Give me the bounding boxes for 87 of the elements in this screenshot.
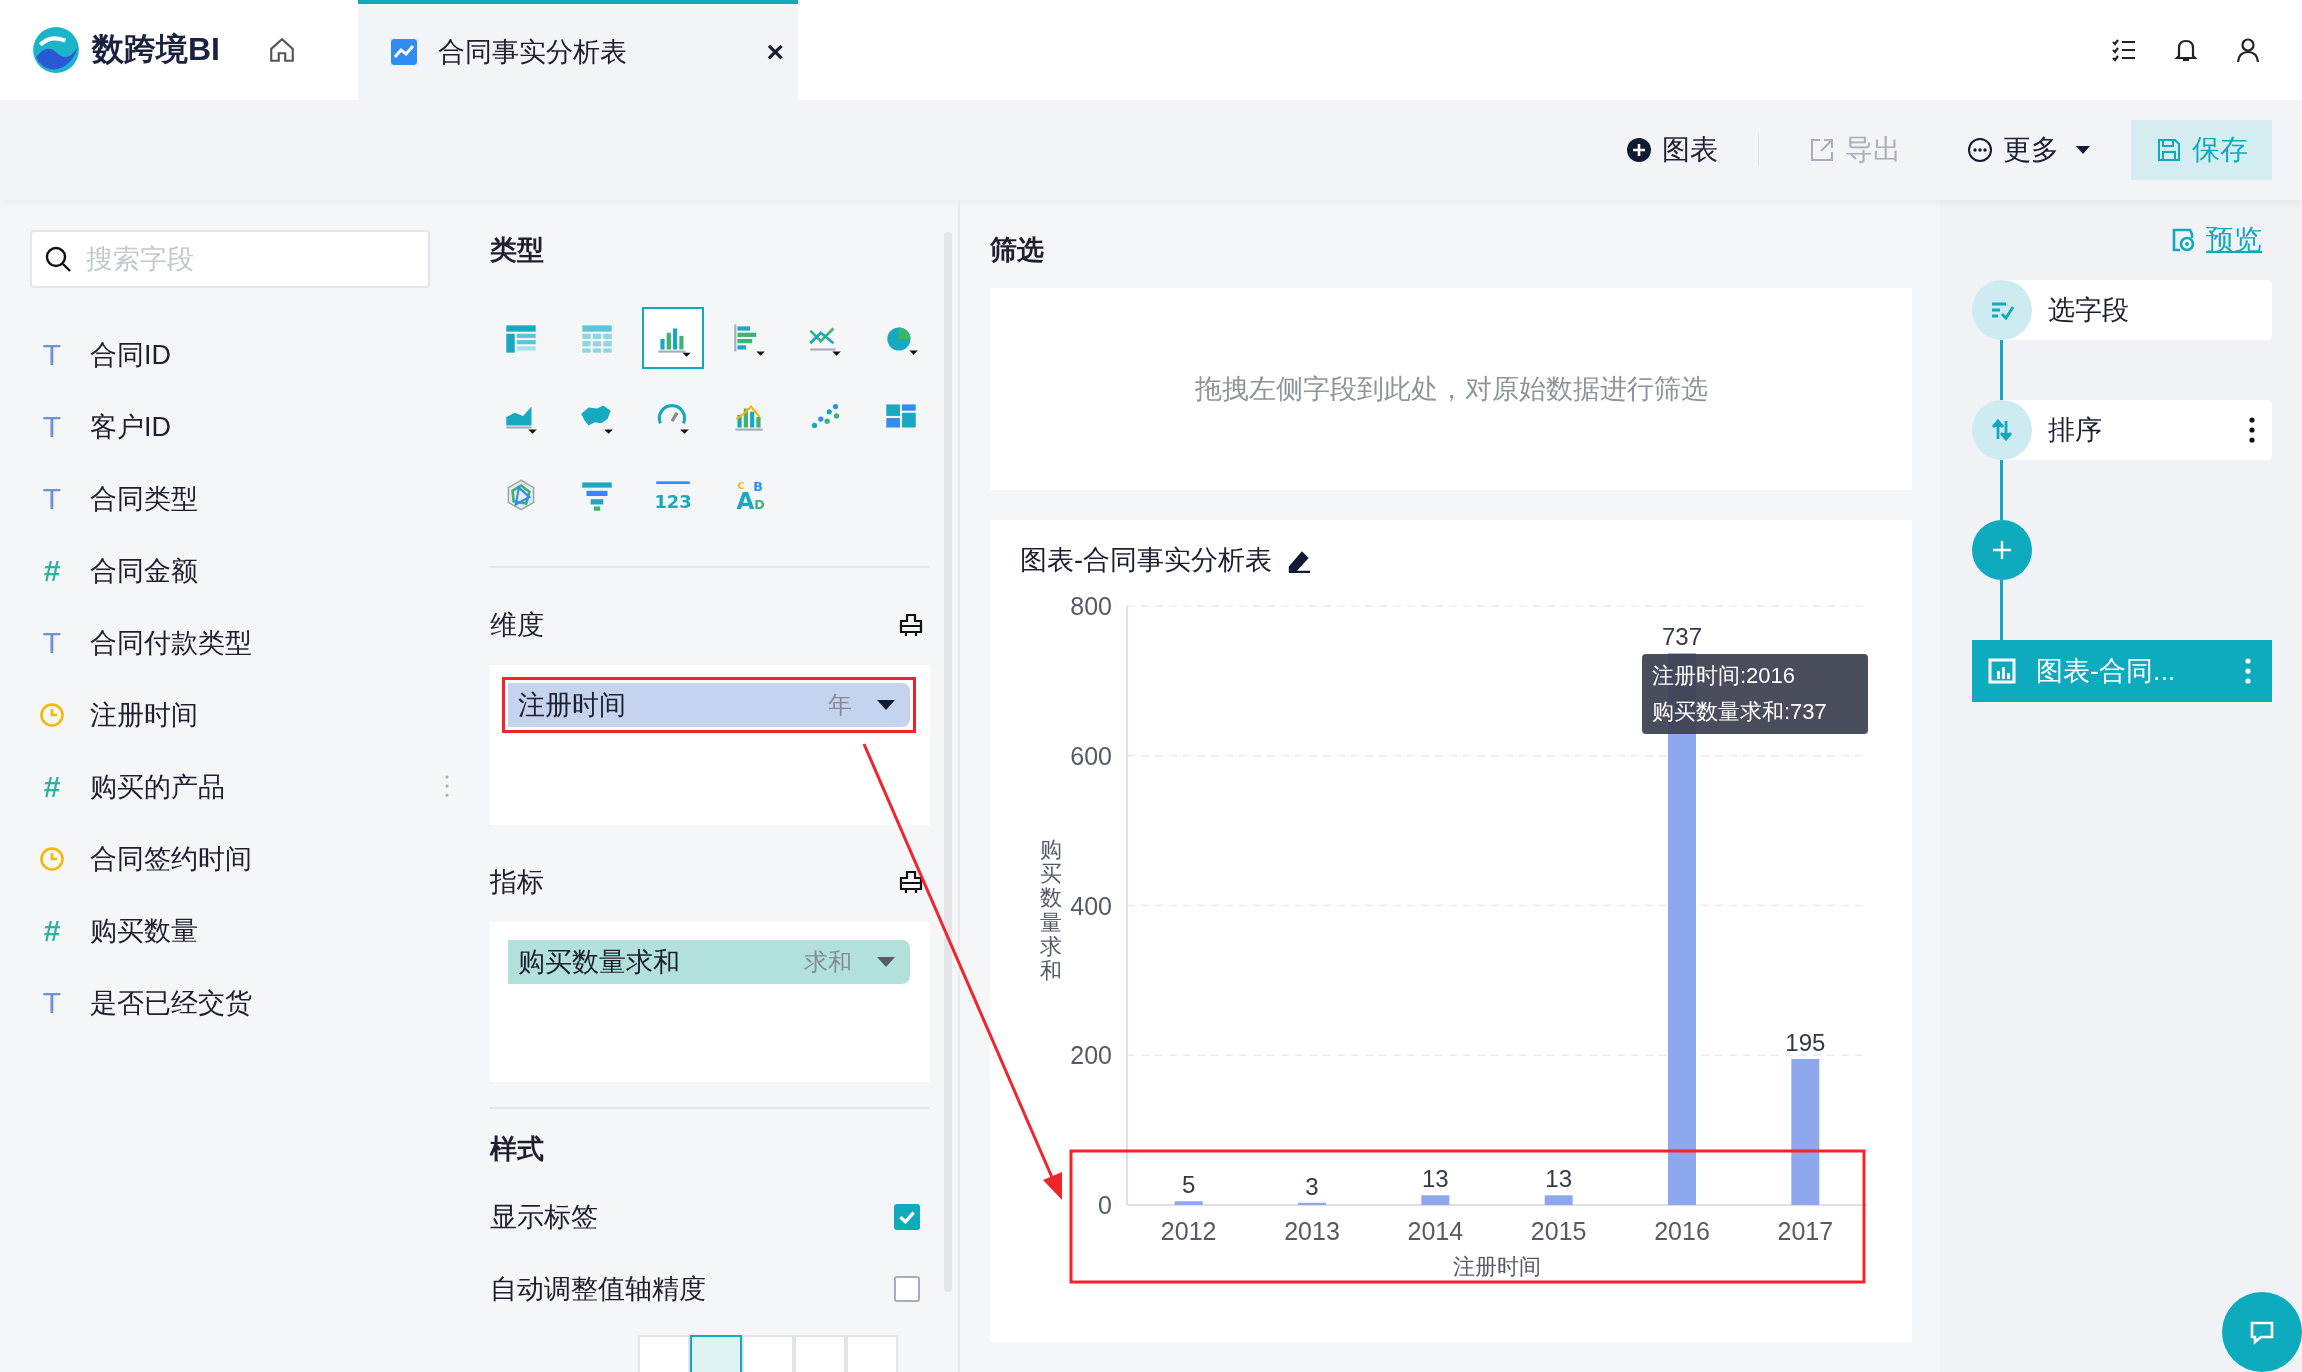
bar[interactable] [1298, 1202, 1326, 1205]
axis-tick-label: 2016 [1654, 1217, 1710, 1245]
axis-tick-label: 800 [1070, 592, 1112, 620]
axis-tick-label: 400 [1070, 891, 1112, 920]
more-button[interactable]: 更多 [1951, 120, 2107, 180]
data-label: 13 [1422, 1165, 1449, 1193]
search-icon [44, 245, 72, 273]
bar-chart-button[interactable] [642, 307, 704, 369]
field-item[interactable]: 注册时间 [30, 679, 430, 751]
axis-tick-label: 2015 [1530, 1217, 1587, 1245]
section-title: 维度 [490, 609, 544, 642]
sort-step[interactable]: 排序 [1972, 400, 2272, 460]
field-item[interactable]: T 客户ID [30, 391, 430, 463]
tooltip-text: 购买数量求和:737 [1652, 698, 1828, 726]
more-icon[interactable] [2248, 416, 2256, 444]
data-label: 195 [1785, 1029, 1826, 1056]
preview-icon [2170, 227, 2196, 253]
text-type-icon: T [30, 482, 74, 516]
tooltip-text: 注册时间:2016 [1652, 662, 1797, 690]
field-item[interactable]: # 购买数量 [30, 895, 430, 967]
document-tab[interactable]: 合同事实分析表 × [358, 0, 798, 100]
axis-tick-label: 200 [1070, 1041, 1112, 1070]
text-type-icon: T [30, 338, 74, 372]
axis-tick-label: 2014 [1407, 1217, 1464, 1245]
add-step-button[interactable] [1972, 520, 2032, 580]
bar[interactable] [1791, 1059, 1820, 1205]
option-label: 自动调整值轴精度 [490, 1273, 706, 1306]
axis-tick-label: 0 [1098, 1191, 1112, 1219]
field-item[interactable]: # 合同金额 [30, 535, 430, 607]
clock-icon [39, 702, 65, 728]
text-type-icon: T [30, 986, 74, 1020]
search-field[interactable]: 搜索字段 [30, 230, 430, 288]
save-icon [2155, 137, 2182, 163]
axis-tick-label: 2012 [1160, 1217, 1217, 1245]
data-label: 737 [1662, 623, 1702, 651]
add-button[interactable]: 图表 [1610, 120, 1734, 180]
clear-icon[interactable] [898, 612, 924, 638]
clock-icon [39, 846, 65, 872]
more-icon [1967, 137, 1993, 163]
field-item[interactable]: T 合同类型 [30, 463, 430, 535]
axis-title: 注册时间 [1453, 1254, 1541, 1279]
axis-title: 购买数量求和 [1040, 838, 1062, 984]
section-title: 类型 [490, 234, 545, 267]
checkbox[interactable] [894, 1276, 920, 1302]
measure-field-pill[interactable]: 购买数量求和 求和 [508, 940, 910, 984]
bar[interactable] [1421, 1195, 1450, 1205]
data-label: 13 [1545, 1165, 1572, 1193]
line-chart-icon [390, 38, 418, 66]
text-type-icon: T [30, 410, 74, 444]
number-type-icon: # [30, 914, 74, 948]
logo-text: 数跨境BI [92, 30, 220, 69]
plus-circle-icon [1626, 137, 1652, 163]
data-label: 5 [1182, 1171, 1196, 1199]
section-title: 样式 [490, 1133, 545, 1166]
export-icon [1809, 137, 1835, 163]
field-item[interactable]: 合同签约时间 [30, 823, 430, 895]
scrollbar[interactable] [944, 232, 952, 1292]
section-title: 筛选 [990, 234, 1045, 267]
drag-handle-icon[interactable] [444, 774, 450, 798]
segment-button[interactable] [690, 1335, 742, 1372]
data-label: 3 [1305, 1172, 1319, 1200]
sort-arrows-icon [1989, 417, 2015, 443]
number-type-icon: # [30, 554, 74, 588]
field-item[interactable]: # 购买的产品 [30, 751, 430, 823]
field-item[interactable]: T 合同ID [30, 319, 430, 391]
section-title: 指标 [490, 866, 544, 899]
option-label: 显示标签 [490, 1201, 598, 1234]
axis-tick-label: 2013 [1284, 1217, 1340, 1245]
clear-icon[interactable] [898, 869, 924, 895]
field-item[interactable]: T 合同付款类型 [30, 607, 430, 679]
axis-tick-label: 2017 [1777, 1217, 1834, 1245]
number-type-icon: # [30, 770, 74, 804]
close-button[interactable]: × [766, 35, 784, 69]
logo-icon [30, 24, 82, 76]
user-icon[interactable] [2234, 36, 2262, 64]
chart-title: 图表-合同事实分析表 [1020, 544, 1272, 577]
caret-icon [2075, 145, 2091, 155]
field-select-step[interactable]: 选字段 [1972, 280, 2272, 340]
bar[interactable] [1544, 1195, 1573, 1205]
caret-icon[interactable] [876, 699, 896, 711]
field-item[interactable]: T 是否已经交货 [30, 967, 430, 1039]
bar-chart-icon [1988, 657, 2016, 685]
axis-tick-label: 600 [1070, 741, 1112, 770]
checkbox[interactable] [894, 1204, 920, 1230]
text-type-icon: T [30, 626, 74, 660]
home-icon[interactable] [268, 36, 296, 64]
dimension-field-pill[interactable]: 注册时间 年 [508, 683, 910, 727]
